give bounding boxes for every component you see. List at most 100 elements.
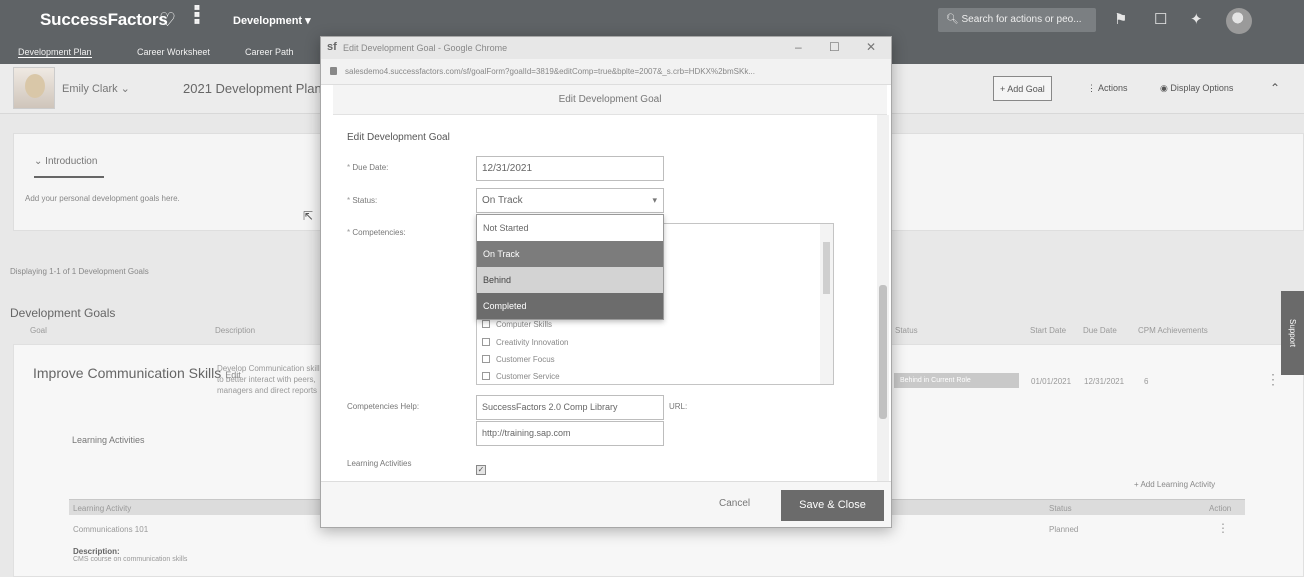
competency-item[interactable]: Customer Service (482, 372, 560, 381)
product-menu-icon[interactable]: ▦ ▦ ▦ (189, 5, 205, 33)
shell-bar: SuccessFactors ♡ ▦ ▦ ▦ Development ▾ 🔍︎ Se… (0, 0, 1304, 40)
status-option-not-started[interactable]: Not Started (477, 215, 663, 241)
user-avatar[interactable] (1226, 8, 1252, 34)
module-switcher[interactable]: Development ▾ (233, 14, 311, 27)
competencies-label: * Competencies: (347, 228, 406, 237)
competency-item[interactable]: Computer Skills (482, 320, 552, 329)
learning-activities-checkbox[interactable]: ✓ (476, 465, 486, 475)
employee-name: Emily Clark (62, 83, 118, 95)
minimize-icon[interactable]: – (795, 40, 802, 54)
la-row-menu-icon[interactable]: ⋮ (1217, 521, 1229, 535)
collapse-icon[interactable]: ⌃ (1270, 76, 1280, 101)
url-text: salesdemo4.successfactors.com/sf/goalFor… (345, 67, 755, 76)
goal-due-date: 12/31/2021 (1084, 377, 1125, 386)
search-input[interactable]: 🔍︎ Search for actions or peo... (938, 8, 1096, 32)
close-icon[interactable]: ✕ (866, 40, 876, 54)
url-label: URL: (669, 402, 688, 411)
checkbox[interactable] (482, 355, 490, 363)
form-section-title: Edit Development Goal (347, 132, 450, 143)
support-tab[interactable]: Support (1281, 291, 1304, 375)
competencies-help-field[interactable]: SuccessFactors 2.0 Comp Library (476, 395, 664, 420)
address-bar[interactable]: salesdemo4.successfactors.com/sf/goalFor… (321, 59, 891, 85)
la-description-text: CMS course on communication skills (73, 556, 188, 563)
goal-start-date: 01/01/2021 (1031, 377, 1072, 386)
employee-selector[interactable]: Emily Clark ⌄ (62, 82, 130, 95)
goal-status-badge: Behind in Current Role (894, 373, 1019, 388)
dialog-body: Edit Development Goal * Due Date: 12/31/… (333, 115, 877, 481)
competencies-help-label: Competencies Help: (347, 402, 420, 411)
status-label: * Status: (347, 196, 378, 205)
add-learning-activity-link[interactable]: + Add Learning Activity (1134, 480, 1215, 489)
tab-development-plan[interactable]: Development Plan (18, 47, 92, 58)
competency-label: Computer Skills (496, 320, 553, 329)
maximize-icon[interactable]: ☐ (829, 40, 840, 54)
puzzle-icon[interactable]: ✦ (1190, 10, 1203, 28)
successfactors-logo[interactable]: SuccessFactors (40, 10, 168, 30)
window-titlebar: sf Edit Development Goal - Google Chrome… (321, 37, 891, 59)
checkbox[interactable] (482, 320, 490, 328)
chat-icon[interactable]: ☐ (1154, 10, 1167, 28)
chevron-down-icon: ▾ (652, 195, 657, 205)
dialog-scrollbar[interactable] (877, 115, 889, 481)
status-selected-value: On Track (482, 195, 523, 206)
plan-title: 2021 Development Plan (183, 81, 322, 96)
competency-label: Customer Focus (496, 355, 555, 364)
introduction-title: Introduction (45, 156, 98, 167)
displaying-count: Displaying 1-1 of 1 Development Goals (10, 267, 149, 276)
goal-row-menu-icon[interactable]: ⋮ (1266, 371, 1280, 388)
column-start-date: Start Date (1030, 326, 1067, 335)
save-close-button[interactable]: Save & Close (781, 490, 884, 521)
display-options-button[interactable]: ◉ Display Options (1160, 76, 1233, 101)
tab-career-worksheet[interactable]: Career Worksheet (137, 47, 210, 57)
la-column-action: Action (1209, 504, 1232, 513)
dialog-scroll-thumb[interactable] (879, 285, 887, 419)
due-date-label: * Due Date: (347, 163, 389, 172)
competency-label: Creativity Innovation (496, 338, 569, 347)
column-goal: Goal (30, 326, 47, 335)
cancel-button[interactable]: Cancel (719, 498, 750, 509)
competency-item[interactable]: Creativity Innovation (482, 338, 568, 347)
status-option-on-track[interactable]: On Track (477, 241, 663, 267)
status-label-text: Status: (352, 196, 378, 205)
goal-description: Develop Communication skills to better i… (217, 364, 324, 395)
notifications-icon[interactable]: ⚑ (1114, 10, 1127, 28)
search-placeholder: Search for actions or peo... (961, 14, 1082, 25)
url-field[interactable]: http://training.sap.com (476, 421, 664, 446)
column-cpm: CPM Achievements (1138, 326, 1208, 335)
learning-activities-label: Learning Activities (347, 459, 412, 468)
tab-career-path[interactable]: Career Path (245, 47, 294, 57)
add-goal-button[interactable]: + Add Goal (993, 76, 1052, 101)
la-row-name[interactable]: Communications 101 (73, 525, 148, 534)
lock-icon (330, 67, 337, 75)
goal-name[interactable]: Improve Communication Skills Edit (33, 364, 241, 384)
goal-name-text: Improve Communication Skills (33, 365, 222, 381)
mouse-cursor-icon: ⇱ (303, 209, 314, 223)
learning-activities-title: Learning Activities (72, 435, 145, 445)
competency-label: Customer Service (496, 372, 560, 381)
la-row-status: Planned (1049, 525, 1079, 534)
introduction-toggle[interactable]: ⌄ Introduction (34, 156, 104, 178)
actions-button[interactable]: ⋮ Actions (1087, 76, 1128, 101)
dialog-footer: Cancel Save & Close (321, 481, 891, 527)
column-status: Status (895, 326, 918, 335)
status-select[interactable]: On Track ▾ (476, 188, 664, 213)
la-column-activity: Learning Activity (73, 504, 132, 513)
la-column-status: Status (1049, 504, 1072, 513)
window-title: Edit Development Goal - Google Chrome (343, 43, 508, 53)
status-option-completed[interactable]: Completed (477, 293, 663, 319)
employee-photo (13, 67, 55, 109)
sf-favicon-icon: sf (327, 41, 337, 53)
competencies-label-text: Competencies: (352, 228, 406, 237)
column-due-date: Due Date (1083, 326, 1117, 335)
status-option-behind[interactable]: Behind (477, 267, 663, 293)
introduction-text: Add your personal development goals here… (25, 194, 180, 203)
competencies-scroll-thumb[interactable] (823, 242, 830, 294)
checkbox[interactable] (482, 338, 490, 346)
due-date-field[interactable]: 12/31/2021 (476, 156, 664, 181)
competency-item[interactable]: Customer Focus (482, 355, 555, 364)
column-description: Description (215, 326, 256, 335)
competencies-scrollbar[interactable] (820, 224, 833, 384)
checkbox[interactable] (482, 372, 490, 380)
edit-goal-window: sf Edit Development Goal - Google Chrome… (320, 36, 892, 528)
status-dropdown: Not Started On Track Behind Completed (476, 214, 664, 320)
